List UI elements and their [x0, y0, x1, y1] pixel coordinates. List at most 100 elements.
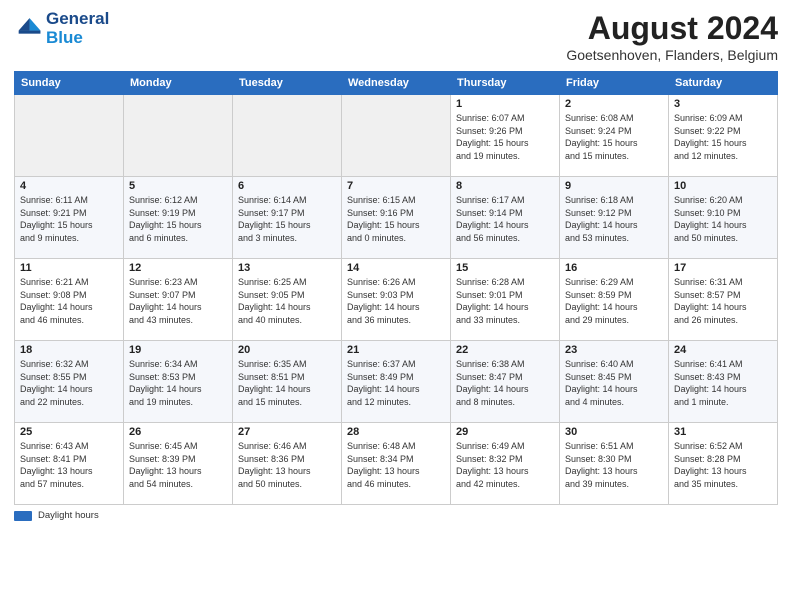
location: Goetsenhoven, Flanders, Belgium — [566, 47, 778, 63]
day-number: 20 — [238, 344, 336, 356]
calendar-cell: 30 Sunrise: 6:51 AM Sunset: 8:30 PM Dayli… — [560, 423, 669, 505]
day-info: Sunrise: 6:21 AM Sunset: 9:08 PM Dayligh… — [20, 276, 118, 326]
calendar-cell: 5 Sunrise: 6:12 AM Sunset: 9:19 PM Daylig… — [124, 177, 233, 259]
col-saturday: Saturday — [669, 72, 778, 95]
day-info: Sunrise: 6:11 AM Sunset: 9:21 PM Dayligh… — [20, 194, 118, 244]
day-number: 21 — [347, 344, 445, 356]
calendar-week-row: 11 Sunrise: 6:21 AM Sunset: 9:08 PM Dayli… — [15, 259, 778, 341]
col-thursday: Thursday — [451, 72, 560, 95]
day-number: 8 — [456, 180, 554, 192]
title-block: August 2024 Goetsenhoven, Flanders, Belg… — [566, 10, 778, 63]
calendar-cell — [342, 95, 451, 177]
day-number: 23 — [565, 344, 663, 356]
day-info: Sunrise: 6:41 AM Sunset: 8:43 PM Dayligh… — [674, 358, 772, 408]
calendar-cell: 20 Sunrise: 6:35 AM Sunset: 8:51 PM Dayli… — [233, 341, 342, 423]
day-number: 31 — [674, 426, 772, 438]
col-monday: Monday — [124, 72, 233, 95]
calendar-week-row: 18 Sunrise: 6:32 AM Sunset: 8:55 PM Dayli… — [15, 341, 778, 423]
calendar-cell: 9Sunrise: 6:18 AM Sunset: 9:12 PM Daylig… — [560, 177, 669, 259]
day-info: Sunrise: 6:18 AM Sunset: 9:12 PM Dayligh… — [565, 194, 663, 244]
calendar-cell: 13 Sunrise: 6:25 AM Sunset: 9:05 PM Dayli… — [233, 259, 342, 341]
header: General Blue August 2024 Goetsenhoven, F… — [14, 10, 778, 63]
footer-label: Daylight hours — [38, 510, 99, 521]
day-info: Sunrise: 6:52 AM Sunset: 8:28 PM Dayligh… — [674, 440, 772, 490]
calendar-cell: 12Sunrise: 6:23 AM Sunset: 9:07 PM Dayli… — [124, 259, 233, 341]
calendar-cell: 1Sunrise: 6:07 AM Sunset: 9:26 PM Daylig… — [451, 95, 560, 177]
calendar-cell: 7Sunrise: 6:15 AM Sunset: 9:16 PM Daylig… — [342, 177, 451, 259]
calendar-cell: 25Sunrise: 6:43 AM Sunset: 8:41 PM Dayli… — [15, 423, 124, 505]
day-info: Sunrise: 6:23 AM Sunset: 9:07 PM Dayligh… — [129, 276, 227, 326]
day-number: 4 — [20, 180, 118, 192]
day-number: 18 — [20, 344, 118, 356]
day-info: Sunrise: 6:28 AM Sunset: 9:01 PM Dayligh… — [456, 276, 554, 326]
day-number: 11 — [20, 262, 118, 274]
day-info: Sunrise: 6:35 AM Sunset: 8:51 PM Dayligh… — [238, 358, 336, 408]
day-info: Sunrise: 6:20 AM Sunset: 9:10 PM Dayligh… — [674, 194, 772, 244]
col-tuesday: Tuesday — [233, 72, 342, 95]
logo-icon — [14, 15, 42, 43]
calendar: Sunday Monday Tuesday Wednesday Thursday… — [14, 71, 778, 505]
day-number: 5 — [129, 180, 227, 192]
col-sunday: Sunday — [15, 72, 124, 95]
day-info: Sunrise: 6:48 AM Sunset: 8:34 PM Dayligh… — [347, 440, 445, 490]
calendar-cell — [124, 95, 233, 177]
month-year: August 2024 — [566, 10, 778, 47]
day-info: Sunrise: 6:14 AM Sunset: 9:17 PM Dayligh… — [238, 194, 336, 244]
calendar-cell: 21Sunrise: 6:37 AM Sunset: 8:49 PM Dayli… — [342, 341, 451, 423]
footer-bar-icon — [14, 511, 32, 521]
calendar-cell: 2Sunrise: 6:08 AM Sunset: 9:24 PM Daylig… — [560, 95, 669, 177]
logo-text-line2: Blue — [46, 29, 109, 48]
day-info: Sunrise: 6:32 AM Sunset: 8:55 PM Dayligh… — [20, 358, 118, 408]
calendar-cell: 15Sunrise: 6:28 AM Sunset: 9:01 PM Dayli… — [451, 259, 560, 341]
calendar-cell: 17 Sunrise: 6:31 AM Sunset: 8:57 PM Dayli… — [669, 259, 778, 341]
calendar-cell: 23 Sunrise: 6:40 AM Sunset: 8:45 PM Dayli… — [560, 341, 669, 423]
logo-text-line1: General — [46, 10, 109, 29]
calendar-cell: 28 Sunrise: 6:48 AM Sunset: 8:34 PM Dayli… — [342, 423, 451, 505]
calendar-week-row: 25Sunrise: 6:43 AM Sunset: 8:41 PM Dayli… — [15, 423, 778, 505]
day-info: Sunrise: 6:29 AM Sunset: 8:59 PM Dayligh… — [565, 276, 663, 326]
day-info: Sunrise: 6:09 AM Sunset: 9:22 PM Dayligh… — [674, 112, 772, 162]
calendar-cell: 29 Sunrise: 6:49 AM Sunset: 8:32 PM Dayli… — [451, 423, 560, 505]
day-number: 19 — [129, 344, 227, 356]
calendar-cell: 19 Sunrise: 6:34 AM Sunset: 8:53 PM Dayli… — [124, 341, 233, 423]
day-info: Sunrise: 6:25 AM Sunset: 9:05 PM Dayligh… — [238, 276, 336, 326]
day-info: Sunrise: 6:08 AM Sunset: 9:24 PM Dayligh… — [565, 112, 663, 162]
day-info: Sunrise: 6:40 AM Sunset: 8:45 PM Dayligh… — [565, 358, 663, 408]
calendar-header-row: Sunday Monday Tuesday Wednesday Thursday… — [15, 72, 778, 95]
day-info: Sunrise: 6:15 AM Sunset: 9:16 PM Dayligh… — [347, 194, 445, 244]
page: General Blue August 2024 Goetsenhoven, F… — [0, 0, 792, 612]
day-number: 14 — [347, 262, 445, 274]
calendar-cell: 27Sunrise: 6:46 AM Sunset: 8:36 PM Dayli… — [233, 423, 342, 505]
day-number: 6 — [238, 180, 336, 192]
day-info: Sunrise: 6:07 AM Sunset: 9:26 PM Dayligh… — [456, 112, 554, 162]
day-number: 25 — [20, 426, 118, 438]
calendar-week-row: 1Sunrise: 6:07 AM Sunset: 9:26 PM Daylig… — [15, 95, 778, 177]
day-info: Sunrise: 6:49 AM Sunset: 8:32 PM Dayligh… — [456, 440, 554, 490]
day-info: Sunrise: 6:12 AM Sunset: 9:19 PM Dayligh… — [129, 194, 227, 244]
day-info: Sunrise: 6:34 AM Sunset: 8:53 PM Dayligh… — [129, 358, 227, 408]
day-number: 3 — [674, 98, 772, 110]
calendar-cell: 26Sunrise: 6:45 AM Sunset: 8:39 PM Dayli… — [124, 423, 233, 505]
calendar-week-row: 4 Sunrise: 6:11 AM Sunset: 9:21 PM Daylig… — [15, 177, 778, 259]
day-info: Sunrise: 6:51 AM Sunset: 8:30 PM Dayligh… — [565, 440, 663, 490]
day-info: Sunrise: 6:38 AM Sunset: 8:47 PM Dayligh… — [456, 358, 554, 408]
calendar-cell: 10Sunrise: 6:20 AM Sunset: 9:10 PM Dayli… — [669, 177, 778, 259]
calendar-cell: 4 Sunrise: 6:11 AM Sunset: 9:21 PM Daylig… — [15, 177, 124, 259]
day-number: 17 — [674, 262, 772, 274]
day-number: 24 — [674, 344, 772, 356]
day-number: 29 — [456, 426, 554, 438]
col-friday: Friday — [560, 72, 669, 95]
day-number: 30 — [565, 426, 663, 438]
calendar-cell: 22 Sunrise: 6:38 AM Sunset: 8:47 PM Dayli… — [451, 341, 560, 423]
col-wednesday: Wednesday — [342, 72, 451, 95]
calendar-cell: 11 Sunrise: 6:21 AM Sunset: 9:08 PM Dayli… — [15, 259, 124, 341]
calendar-cell — [15, 95, 124, 177]
day-info: Sunrise: 6:45 AM Sunset: 8:39 PM Dayligh… — [129, 440, 227, 490]
calendar-cell: 16Sunrise: 6:29 AM Sunset: 8:59 PM Dayli… — [560, 259, 669, 341]
day-info: Sunrise: 6:31 AM Sunset: 8:57 PM Dayligh… — [674, 276, 772, 326]
day-number: 28 — [347, 426, 445, 438]
logo: General Blue — [14, 10, 109, 47]
day-number: 22 — [456, 344, 554, 356]
day-number: 13 — [238, 262, 336, 274]
calendar-cell: 14Sunrise: 6:26 AM Sunset: 9:03 PM Dayli… — [342, 259, 451, 341]
